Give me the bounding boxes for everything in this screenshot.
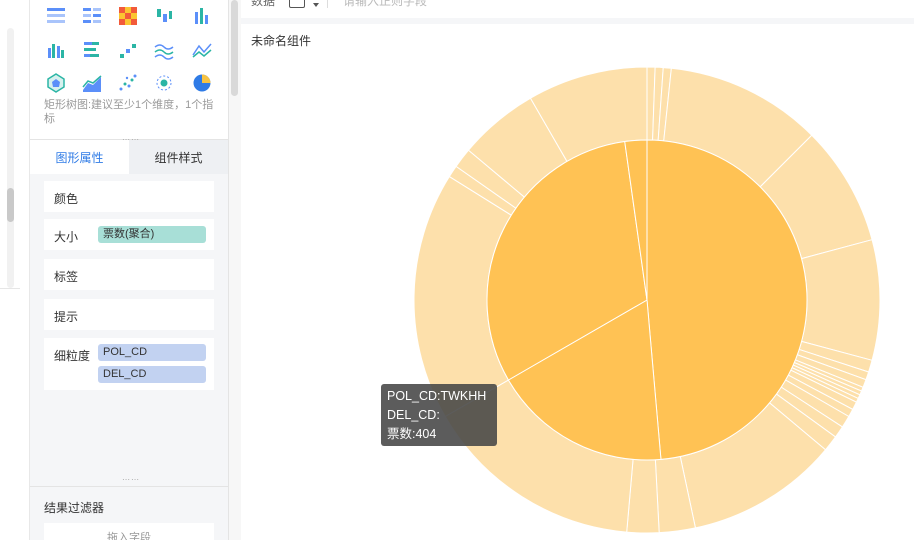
divider: [327, 0, 328, 8]
config-panel: 矩形树图:建议至少1个维度，1个指标 ⋯⋯ 图形属性 组件样式 颜色 大小 票数…: [30, 0, 228, 540]
granularity-property[interactable]: 细粒度 POL_CD DEL_CD: [44, 338, 214, 390]
tooltip-line-del: DEL_CD:: [387, 408, 440, 422]
size-field-pill[interactable]: 票数(聚合): [98, 226, 206, 243]
pie-chart-icon[interactable]: [192, 73, 212, 93]
radar-chart-icon[interactable]: [46, 73, 66, 93]
filter-title: 结果过滤器: [44, 501, 105, 515]
divider: [0, 288, 20, 289]
data-label: 数据: [251, 0, 276, 8]
area-chart-icon[interactable]: [82, 73, 102, 93]
heatmap-icon[interactable]: [118, 6, 138, 26]
scatter-step-icon[interactable]: [118, 40, 138, 60]
multi-line-icon[interactable]: [154, 40, 174, 60]
tooltip-property[interactable]: 提示: [44, 299, 214, 330]
left-scroll-thumb[interactable]: [7, 188, 14, 222]
tip-label: 提示: [54, 310, 79, 324]
sort-icon[interactable]: [289, 0, 305, 8]
size-property[interactable]: 大小 票数(聚合): [44, 219, 214, 250]
tooltip-line-pol: POL_CD:TWKHH: [387, 389, 487, 403]
size-label: 大小: [54, 230, 79, 244]
tab-graphic-properties[interactable]: 图形属性: [30, 140, 129, 174]
detail-field-pill-del-cd[interactable]: DEL_CD: [98, 366, 206, 383]
field-search-input[interactable]: 请输入正则字段: [343, 0, 427, 9]
color-property[interactable]: 颜色: [44, 181, 214, 212]
main-area: 数据 请输入正则字段 未命名组件 POL_CD:TWKHH DEL_CD: 票数…: [241, 0, 914, 540]
stacked-bar-icon[interactable]: [82, 40, 102, 60]
chart-type-grid: 矩形树图:建议至少1个维度，1个指标 ⋯⋯: [30, 0, 228, 144]
chart-tooltip: POL_CD:TWKHH DEL_CD: 票数:404: [381, 384, 497, 446]
cross-table-icon[interactable]: [82, 6, 102, 26]
resize-handle[interactable]: ⋯⋯: [122, 476, 139, 484]
sunburst-chart[interactable]: [241, 24, 914, 540]
tooltip-line-count: 票数:404: [387, 427, 437, 441]
detail-field-pill-pol-cd[interactable]: POL_CD: [98, 344, 206, 361]
detail-label: 细粒度: [54, 349, 91, 363]
topbar: 数据 请输入正则字段: [241, 0, 914, 18]
result-filter: 结果过滤器 拖入字段: [30, 486, 228, 540]
chevron-down-icon[interactable]: [313, 3, 319, 7]
left-scroll-track[interactable]: [7, 28, 14, 288]
sunburst-outer-segment[interactable]: [800, 239, 881, 361]
tab-component-style[interactable]: 组件样式: [129, 140, 228, 174]
property-tabs: 图形属性 组件样式: [30, 140, 228, 174]
line-chart-icon[interactable]: [192, 40, 212, 60]
panel-scroll-thumb[interactable]: [231, 0, 238, 96]
tag-label: 标签: [54, 270, 79, 284]
color-label: 颜色: [54, 192, 79, 206]
chart-canvas: 未命名组件 POL_CD:TWKHH DEL_CD: 票数:404: [241, 24, 914, 540]
chart-hint: 矩形树图:建议至少1个维度，1个指标: [44, 99, 214, 125]
filter-drop-zone[interactable]: 拖入字段: [44, 523, 214, 540]
label-property[interactable]: 标签: [44, 259, 214, 290]
panel-scrollbar[interactable]: [229, 0, 241, 540]
scatter-chart-icon[interactable]: [118, 73, 138, 93]
point-map-icon[interactable]: [154, 73, 174, 93]
table-chart-icon[interactable]: [46, 6, 66, 26]
column-chart-icon[interactable]: [46, 40, 66, 60]
widget-title: 未命名组件: [251, 34, 312, 48]
left-strip: [0, 0, 30, 540]
bar-chart-icon[interactable]: [192, 6, 212, 26]
box-plot-icon[interactable]: [154, 6, 174, 26]
